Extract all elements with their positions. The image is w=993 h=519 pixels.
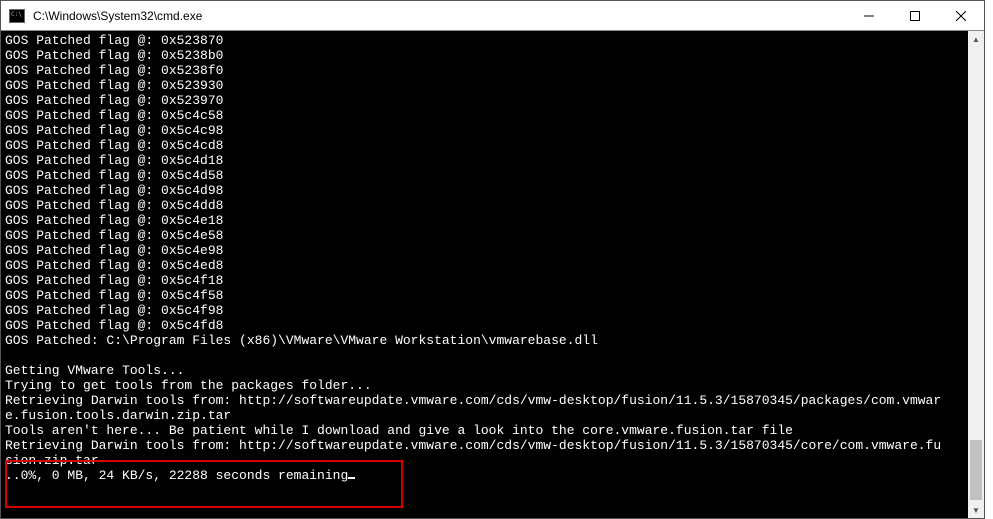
maximize-button[interactable] xyxy=(892,1,938,30)
window-controls xyxy=(846,1,984,30)
scroll-down-arrow[interactable]: ▼ xyxy=(968,502,984,518)
minimize-button[interactable] xyxy=(846,1,892,30)
cmd-window: C:\Windows\System32\cmd.exe GOS Patched … xyxy=(0,0,985,519)
close-button[interactable] xyxy=(938,1,984,30)
scroll-up-arrow[interactable]: ▲ xyxy=(968,31,984,47)
titlebar[interactable]: C:\Windows\System32\cmd.exe xyxy=(1,1,984,31)
cmd-icon xyxy=(9,9,25,23)
window-title: C:\Windows\System32\cmd.exe xyxy=(31,9,846,23)
scroll-thumb[interactable] xyxy=(970,440,982,500)
terminal-area: GOS Patched flag @: 0x523870 GOS Patched… xyxy=(1,31,984,518)
scrollbar-vertical[interactable]: ▲ ▼ xyxy=(968,31,984,518)
terminal-output[interactable]: GOS Patched flag @: 0x523870 GOS Patched… xyxy=(1,31,968,518)
